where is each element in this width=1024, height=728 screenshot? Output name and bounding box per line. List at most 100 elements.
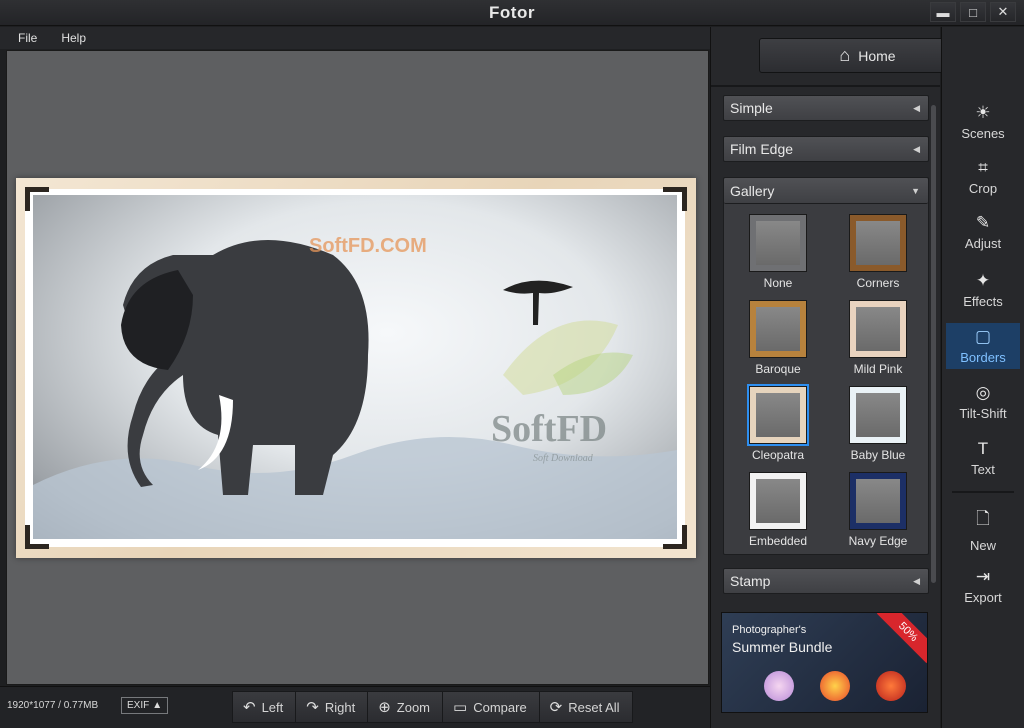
border-option-label: Cleopatra	[751, 448, 805, 462]
border-option-label: Baby Blue	[850, 448, 906, 462]
border-option-baroque[interactable]: Baroque	[728, 300, 828, 376]
thumbnail-preview	[856, 307, 900, 351]
thumbnail-preview	[756, 221, 800, 265]
export-tool-label: Export	[964, 590, 1002, 605]
export-icon: ⇥	[975, 567, 991, 586]
app-character-icon	[820, 671, 850, 701]
window-title: Fotor	[489, 3, 535, 22]
border-option-none[interactable]: None	[728, 214, 828, 290]
border-option-navy-edge[interactable]: Navy Edge	[828, 472, 928, 548]
category-film-edge[interactable]: Film Edge ◀	[723, 136, 929, 162]
border-option-label: Corners	[856, 276, 900, 290]
app-photo-icon	[876, 671, 906, 701]
borders-tool-button[interactable]: ▢ Borders	[946, 323, 1020, 369]
window-controls: ▬ □ ✕	[930, 2, 1016, 22]
watermark-top: SoftFD.COM	[309, 235, 427, 257]
rotate-right-icon: ↷	[306, 699, 319, 716]
menu-bar: File Help	[0, 27, 710, 49]
minimize-button[interactable]: ▬	[930, 2, 956, 22]
border-thumbnail	[749, 300, 807, 358]
text-tool-button[interactable]: T Text	[946, 435, 1020, 481]
maximize-button[interactable]: □	[960, 2, 986, 22]
adjust-tool-button[interactable]: ✎ Adjust	[946, 209, 1020, 255]
home-label: Home	[858, 47, 896, 64]
zoom-icon: ⊕	[378, 699, 391, 716]
border-option-embedded[interactable]: Embedded	[728, 472, 828, 548]
photo-border-frame: SoftFD.COM SoftFD Soft Download	[16, 178, 696, 558]
compare-label: Compare	[473, 699, 527, 715]
divider	[952, 491, 1014, 493]
collapse-arrow-icon: ◀	[913, 575, 920, 586]
bottom-toolbar: 1920*1077 / 0.77MB EXIF ▲ ↶ Left ↷ Right…	[0, 686, 710, 728]
border-option-baby-blue[interactable]: Baby Blue	[828, 386, 928, 462]
rotate-left-icon: ↶	[243, 699, 256, 716]
border-thumbnail	[749, 214, 807, 272]
effects-tool-label: Effects	[963, 294, 1003, 309]
border-thumbnail	[747, 384, 809, 446]
rotate-left-button[interactable]: ↶ Left	[232, 691, 296, 723]
frame-corner-icon	[663, 187, 687, 211]
thumbnail-preview	[856, 221, 900, 265]
thumbnail-preview	[856, 479, 900, 523]
scenes-tool-label: Scenes	[961, 126, 1005, 141]
home-icon: ⌂	[839, 45, 851, 65]
border-option-label: Embedded	[748, 534, 808, 548]
border-option-mild-pink[interactable]: Mild Pink	[828, 300, 928, 376]
image-canvas[interactable]: SoftFD.COM SoftFD Soft Download	[6, 50, 709, 685]
photo-mat: SoftFD.COM SoftFD Soft Download	[25, 189, 685, 547]
reset-all-button[interactable]: ⟳ Reset All	[538, 691, 633, 723]
compare-button[interactable]: ▭ Compare	[442, 691, 539, 723]
app-avatar-icon	[764, 671, 794, 701]
effects-tool-button[interactable]: ✦ Effects	[946, 267, 1020, 313]
scenes-tool-button[interactable]: ☀ Scenes	[946, 99, 1020, 145]
collapse-arrow-icon: ◀	[913, 102, 920, 113]
category-simple[interactable]: Simple ◀	[723, 95, 929, 121]
category-stamp[interactable]: Stamp ◀	[723, 568, 929, 594]
menu-help[interactable]: Help	[57, 29, 90, 47]
adjust-tool-label: Adjust	[964, 236, 1002, 251]
category-gallery: Gallery ▼ None Corners Baroque Mild Pink Cle…	[723, 177, 929, 555]
thumbnail-preview	[756, 393, 800, 437]
new-tool-button[interactable]: 🗋 New	[946, 506, 1020, 553]
reset-icon: ⟳	[549, 699, 563, 716]
border-thumbnail	[849, 300, 907, 358]
category-label: Gallery	[730, 182, 775, 199]
border-thumbnail-grid: None Corners Baroque Mild Pink Cleopatra Baby…	[724, 204, 928, 554]
tilt-shift-tool-button[interactable]: ◎ Tilt-Shift	[946, 379, 1020, 425]
exif-button[interactable]: EXIF ▲	[121, 697, 169, 714]
border-option-cleopatra[interactable]: Cleopatra	[728, 384, 828, 462]
promo-line1: Photographer's	[732, 624, 807, 636]
caret-up-icon: ▲	[152, 700, 163, 711]
export-tool-button[interactable]: ⇥ Export	[946, 563, 1020, 609]
close-button[interactable]: ✕	[990, 2, 1016, 22]
rotate-left-label: Left	[261, 699, 284, 715]
thumbnail-preview	[856, 393, 900, 437]
zoom-button[interactable]: ⊕ Zoom	[367, 691, 443, 723]
border-option-corners[interactable]: Corners	[828, 214, 928, 290]
crop-tool-label: Crop	[968, 181, 998, 196]
compare-icon: ▭	[453, 699, 468, 716]
feature-toolbar: ☀ Scenes ⌗ Crop ✎ Adjust ✦ Effects ▢ Borders ◎ Tilt…	[941, 27, 1024, 728]
border-option-label: Navy Edge	[848, 534, 908, 548]
border-thumbnail	[849, 472, 907, 530]
category-label: Film Edge	[730, 141, 794, 157]
promo-line2: Summer Bundle	[732, 639, 833, 655]
divider	[711, 85, 940, 87]
border-categories: Simple ◀ Film Edge ◀ Gallery ▼ None Corne…	[723, 95, 929, 609]
border-option-label: Mild Pink	[853, 362, 903, 376]
panel-scrollbar[interactable]	[931, 105, 936, 583]
thumbnail-preview	[756, 479, 800, 523]
crop-icon: ⌗	[978, 158, 988, 177]
zoom-label: Zoom	[396, 699, 431, 715]
view-tools: ↶ Left ↷ Right ⊕ Zoom ▭ Compare ⟳ Reset …	[232, 691, 633, 723]
menu-file[interactable]: File	[14, 29, 41, 47]
category-label: Stamp	[730, 573, 771, 589]
promo-banner[interactable]: Photographer's Summer Bundle 50%	[721, 612, 928, 713]
tilt-shift-tool-label: Tilt-Shift	[959, 406, 1007, 421]
rotate-right-button[interactable]: ↷ Right	[295, 691, 368, 723]
exif-label: EXIF	[127, 700, 150, 711]
crop-tool-button[interactable]: ⌗ Crop	[946, 154, 1020, 200]
scenes-icon: ☀	[975, 103, 991, 122]
borders-icon: ▢	[974, 327, 992, 346]
category-gallery-header[interactable]: Gallery ▼	[724, 178, 928, 204]
